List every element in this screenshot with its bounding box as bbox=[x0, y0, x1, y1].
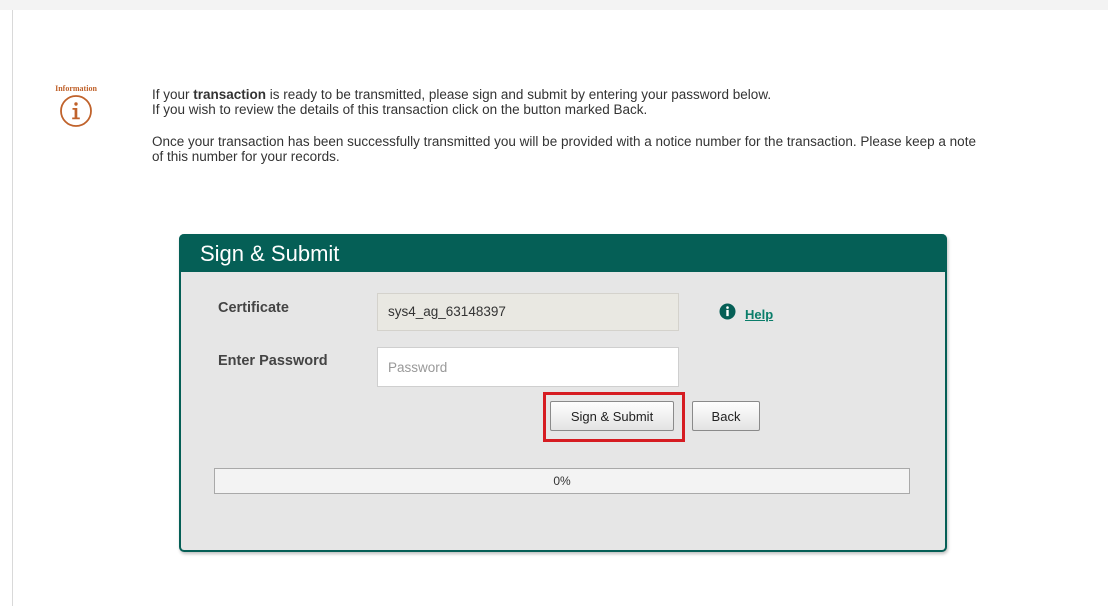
back-button[interactable]: Back bbox=[692, 401, 760, 431]
left-border bbox=[12, 10, 13, 606]
sign-submit-panel: Sign & Submit Certificate sys4_ag_631483… bbox=[179, 234, 947, 552]
top-strip bbox=[0, 0, 1108, 10]
panel-title: Sign & Submit bbox=[179, 234, 947, 272]
sign-submit-button[interactable]: Sign & Submit bbox=[550, 401, 674, 431]
info-circle-icon bbox=[59, 94, 93, 133]
certificate-label: Certificate bbox=[218, 300, 289, 316]
instructions-paragraph-2: Once your transaction has been successfu… bbox=[152, 134, 976, 164]
progress-percent: 0% bbox=[553, 474, 571, 488]
instructions-paragraph-1: If your transaction is ready to be trans… bbox=[152, 87, 772, 117]
help-link[interactable]: Help bbox=[745, 307, 773, 322]
instructions-text: If your transaction is ready to be trans… bbox=[152, 87, 982, 164]
certificate-field: sys4_ag_63148397 bbox=[377, 293, 679, 331]
information-block: Information bbox=[36, 84, 116, 133]
transaction-emphasis: transaction bbox=[193, 87, 267, 102]
password-label: Enter Password bbox=[218, 353, 328, 369]
information-label: Information bbox=[55, 84, 97, 93]
info-circle-filled-icon bbox=[719, 303, 736, 325]
help-link-group[interactable]: Help bbox=[719, 303, 773, 325]
password-input[interactable] bbox=[377, 347, 679, 387]
progress-bar: 0% bbox=[214, 468, 910, 494]
